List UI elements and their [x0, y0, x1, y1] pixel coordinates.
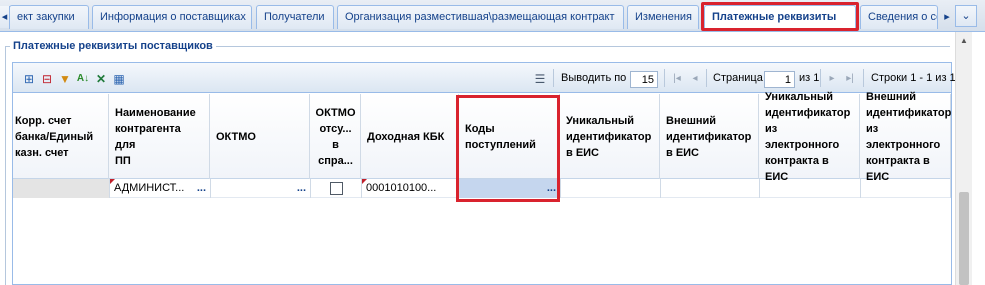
rows-info: Строки 1 - 1 из 1 — [871, 72, 956, 84]
payment-details-grid: ⊞ ⊟ ▼ A↓ ✕ ▦ ☰ Выводить по |◂ ◂ Страница… — [12, 62, 956, 285]
tab-recipients[interactable]: Получатели — [256, 5, 334, 29]
col-header-eis-external-id[interactable]: Внешний идентификатор в ЕИС — [661, 94, 759, 179]
tab-placing-organization[interactable]: Организация разместившая\размещающая кон… — [337, 5, 624, 29]
cell-econtract-external-id[interactable] — [861, 179, 951, 198]
page-label: Страница — [713, 72, 763, 84]
counterparty-select-button[interactable]: ... — [197, 179, 206, 198]
cell-oktmo[interactable]: ... — [211, 179, 311, 198]
tab-strip: ◂ ект закупки Информация о поставщиках П… — [0, 0, 985, 32]
col-header-receipt-codes[interactable]: Коды поступлений — [460, 94, 560, 179]
export-excel-icon[interactable]: ✕ — [93, 71, 109, 87]
page-size-input[interactable] — [630, 71, 658, 88]
toolbar-separator — [706, 69, 707, 87]
grid-header: Корр. счет банка/Единый казн. счет Наимено… — [13, 91, 951, 183]
oktmo-select-button[interactable]: ... — [297, 179, 306, 198]
oktmo-missing-checkbox[interactable] — [330, 182, 343, 195]
scroll-up-icon[interactable]: ▲ — [956, 34, 972, 48]
filter-icon[interactable]: ▼ — [57, 71, 73, 87]
toolbar-separator — [863, 69, 864, 87]
col-header-counterparty-name[interactable]: Наименование контрагента для ПП — [110, 94, 210, 179]
tab-menu-chevron-icon[interactable]: ⌄ — [955, 5, 977, 27]
add-row-icon[interactable]: ⊞ — [21, 71, 37, 87]
cell-econtract-unique-id[interactable] — [760, 179, 861, 198]
toolbar-separator — [553, 69, 554, 87]
last-page-icon[interactable]: ▸| — [844, 72, 856, 85]
next-page-icon[interactable]: ▸ — [826, 72, 838, 85]
page-number-input[interactable] — [764, 71, 795, 88]
col-header-eis-unique-id[interactable]: Уникальный идентификатор в ЕИС — [561, 94, 660, 179]
tab-contract-info[interactable]: Сведения о со — [860, 5, 938, 29]
delete-row-icon[interactable]: ⊟ — [39, 71, 55, 87]
cell-corr-account[interactable] — [13, 179, 110, 198]
tab-payment-details[interactable]: Платежные реквизиты — [704, 5, 856, 30]
prev-page-icon[interactable]: ◂ — [689, 72, 701, 85]
columns-settings-icon[interactable]: ▦ — [111, 71, 127, 87]
scrollbar-thumb[interactable] — [959, 192, 969, 285]
fieldset-border-left — [5, 46, 6, 285]
toolbar-separator — [820, 69, 821, 87]
tab-changes[interactable]: Изменения — [627, 5, 699, 29]
cell-eis-unique-id[interactable] — [561, 179, 661, 198]
col-header-econtract-external-id[interactable]: Внешний идентификатор из электронного контр… — [861, 91, 951, 183]
cell-counterparty-name[interactable]: АДМИНИСТ... ... — [110, 179, 211, 198]
page-of-label: из 1 — [799, 72, 820, 84]
page-size-icon: ☰ — [534, 72, 546, 86]
sort-icon[interactable]: A↓ — [75, 71, 91, 87]
col-header-corr-account[interactable]: Корр. счет банка/Единый казн. счет — [13, 94, 109, 179]
tab-procurement-object[interactable]: ект закупки — [9, 5, 89, 29]
col-header-econtract-unique-id[interactable]: Уникальный идентификатор из электронного ко… — [760, 91, 860, 183]
vertical-scrollbar[interactable]: ▲ — [955, 32, 972, 285]
section-title: Платежные реквизиты поставщиков — [10, 40, 216, 52]
page-size-label: Выводить по — [561, 72, 627, 84]
table-row[interactable]: АДМИНИСТ... ... ... 0001010100... ... — [13, 179, 951, 198]
cell-oktmo-missing — [311, 179, 362, 198]
tab-scroll-right-icon[interactable]: ▸ — [940, 6, 954, 28]
col-header-oktmo[interactable]: ОКТМО — [211, 94, 310, 179]
col-header-oktmo-missing[interactable]: ОКТМО отсу... в спра... — [311, 94, 361, 179]
receipt-codes-select-button[interactable]: ... — [547, 179, 556, 198]
cell-receipt-codes[interactable]: ... — [460, 179, 561, 198]
first-page-icon[interactable]: |◂ — [671, 72, 683, 85]
tab-supplier-info[interactable]: Информация о поставщиках — [92, 5, 252, 29]
col-header-income-kbk[interactable]: Доходная КБК — [362, 94, 459, 179]
toolbar-separator — [664, 69, 665, 87]
cell-income-kbk[interactable]: 0001010100... — [362, 179, 460, 198]
cell-eis-external-id[interactable] — [661, 179, 760, 198]
